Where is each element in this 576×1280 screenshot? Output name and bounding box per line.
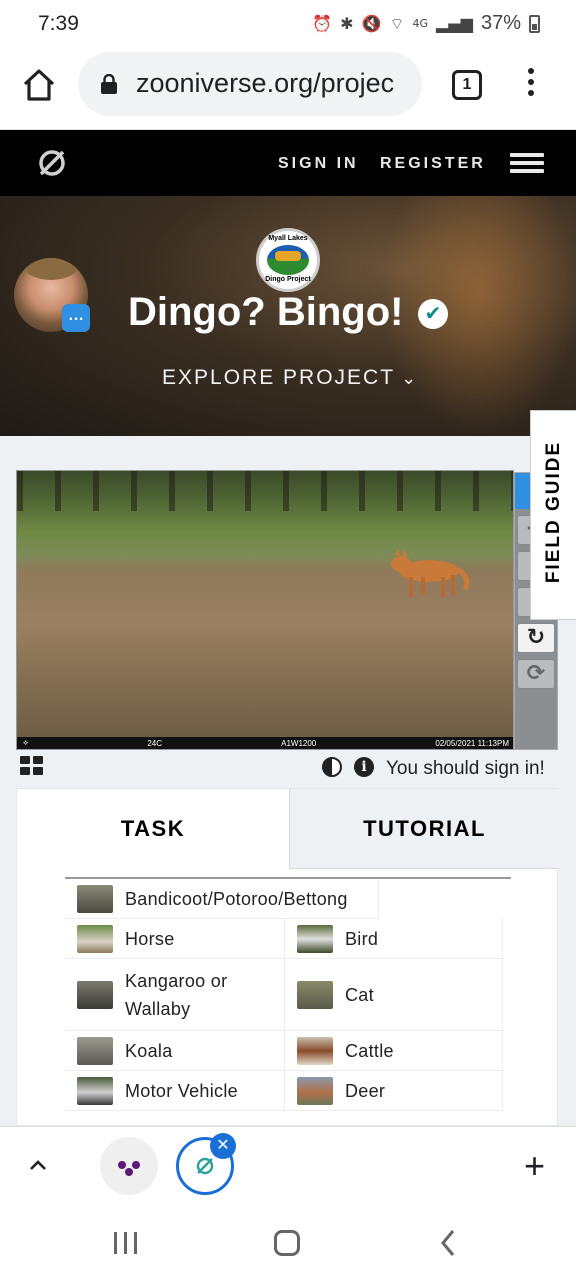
address-bar[interactable]: zooniverse.org/projec: [78, 52, 422, 116]
choice-kangaroo[interactable]: Kangaroo or Wallaby: [65, 959, 285, 1031]
bird-thumbnail: [297, 924, 333, 953]
battery-icon: [529, 14, 540, 33]
info-icon[interactable]: i: [354, 757, 374, 777]
explore-project-label: EXPLORE PROJECT: [162, 366, 396, 389]
register-link[interactable]: REGISTER: [380, 155, 486, 173]
network-label: 4G: [412, 17, 429, 30]
url-text[interactable]: zooniverse.org/projec: [136, 68, 416, 99]
status-bar: 7:39 ⏰ ✱ 🔇 ⌔ 4G ▂▄▆ 37%: [0, 0, 576, 48]
choice-cat[interactable]: Cat: [285, 959, 503, 1031]
choice-bandicoot[interactable]: Bandicoot/Potoroo/Bettong: [65, 879, 379, 919]
choice-koala[interactable]: Koala: [65, 1031, 285, 1071]
choice-label: Kangaroo or Wallaby: [125, 970, 228, 1019]
home-nav-icon[interactable]: [274, 1230, 300, 1256]
back-icon[interactable]: [438, 1228, 458, 1258]
choice-motor-vehicle[interactable]: Motor Vehicle: [65, 1071, 285, 1111]
project-header: … Myall Lakes Dingo Project Dingo? Bingo…: [0, 196, 576, 436]
camera-brand-icon: ⟡: [23, 738, 29, 747]
chevron-up-icon[interactable]: [28, 1155, 48, 1175]
reset-icon[interactable]: ⟳: [517, 659, 555, 689]
rotate-icon[interactable]: ↻: [517, 623, 555, 653]
subject-image[interactable]: ⟡ 24C A1W1200 02/05/2021 11:13PM: [16, 470, 514, 750]
mute-icon: 🔇: [361, 14, 382, 33]
field-guide-tab[interactable]: FIELD GUIDE: [530, 410, 576, 620]
contrast-icon[interactable]: [322, 757, 342, 777]
system-nav-bar: [0, 1204, 576, 1280]
camera-info-bar: ⟡ 24C A1W1200 02/05/2021 11:13PM: [17, 737, 513, 749]
tab-switcher-button[interactable]: 1: [452, 70, 482, 100]
choice-label: Bird: [345, 928, 379, 949]
choice-label: Motor Vehicle: [125, 1080, 238, 1101]
choice-horse[interactable]: Horse: [65, 919, 285, 959]
status-time: 7:39: [38, 12, 79, 35]
home-icon[interactable]: [20, 66, 58, 104]
choice-label: Koala: [125, 1040, 173, 1061]
alarm-icon: ⏰: [312, 14, 333, 33]
chevron-down-icon: ⌄: [401, 368, 419, 388]
choice-label: Cat: [345, 984, 374, 1005]
zooniverse-navbar: SIGN IN REGISTER: [0, 130, 576, 196]
explore-project-button[interactable]: EXPLORE PROJECT ⌄: [162, 366, 418, 390]
cattle-thumbnail: [297, 1036, 333, 1065]
bluetooth-icon: ✱: [340, 14, 354, 33]
camera-timestamp: 02/05/2021 11:13PM: [435, 738, 509, 748]
choice-label: Bandicoot/Potoroo/Bettong: [125, 888, 348, 909]
deer-thumbnail: [297, 1076, 333, 1105]
koala-thumbnail: [77, 1036, 113, 1065]
choice-cattle[interactable]: Cattle: [285, 1031, 503, 1071]
kangaroo-thumbnail: [77, 980, 113, 1009]
task-panel: TASK TUTORIAL Bandicoot/Potoroo/Bettong …: [16, 788, 559, 1126]
project-logo-top-text: Myall Lakes: [268, 235, 308, 242]
new-tab-plus-icon[interactable]: +: [524, 1148, 545, 1184]
horse-thumbnail: [77, 924, 113, 953]
overflow-menu-icon[interactable]: [522, 68, 540, 104]
recent-apps-icon[interactable]: [114, 1232, 138, 1254]
choice-bird[interactable]: Bird: [285, 919, 503, 959]
cat-thumbnail: [297, 980, 333, 1009]
status-icons: ⏰ ✱ 🔇 ⌔ 4G ▂▄▆ 37%: [312, 12, 540, 35]
hamburger-menu-icon[interactable]: [510, 153, 544, 173]
sign-in-link[interactable]: SIGN IN: [278, 155, 359, 173]
battery-percent: 37%: [480, 12, 521, 34]
zooniverse-favicon-icon: [118, 1161, 140, 1176]
project-logo[interactable]: Myall Lakes Dingo Project: [256, 228, 320, 292]
browser-toolbar: zooniverse.org/projec 1: [0, 48, 576, 130]
grid-view-icon[interactable]: [20, 756, 44, 776]
dingo-animal: [391, 549, 470, 597]
verified-check-icon: ✔: [418, 299, 448, 329]
choice-label: Deer: [345, 1080, 386, 1101]
project-logo-bottom-text: Dingo Project: [265, 276, 311, 283]
lock-icon: [101, 74, 117, 94]
sign-in-notice: You should sign in!: [386, 758, 545, 779]
choice-label: Cattle: [345, 1040, 394, 1061]
tab-tutorial[interactable]: TUTORIAL: [289, 789, 559, 869]
camera-id: A1W1200: [281, 738, 317, 748]
close-tab-icon[interactable]: ✕: [210, 1133, 236, 1159]
wifi-icon: ⌔: [389, 13, 405, 33]
signal-icon: ▂▄▆: [436, 14, 473, 33]
bandicoot-thumbnail: [77, 884, 113, 913]
chat-icon[interactable]: …: [62, 304, 90, 332]
choice-deer[interactable]: Deer: [285, 1071, 503, 1111]
classifier: ⟡ 24C A1W1200 02/05/2021 11:13PM ✥ + − ↻…: [0, 410, 576, 1126]
camera-temp: 24C: [147, 738, 163, 748]
choice-label: Horse: [125, 928, 175, 949]
tab-group-bar: ✕ +: [0, 1126, 576, 1204]
field-guide-label: FIELD GUIDE: [543, 440, 564, 584]
tab-group-item[interactable]: [100, 1137, 158, 1195]
species-choice-list: Bandicoot/Potoroo/Bettong Horse Bird Kan…: [65, 877, 511, 1111]
tab-task[interactable]: TASK: [17, 789, 289, 869]
project-title: Dingo? Bingo!: [128, 290, 404, 334]
zooniverse-logo-icon[interactable]: [36, 147, 68, 179]
motor-vehicle-thumbnail: [77, 1076, 113, 1105]
